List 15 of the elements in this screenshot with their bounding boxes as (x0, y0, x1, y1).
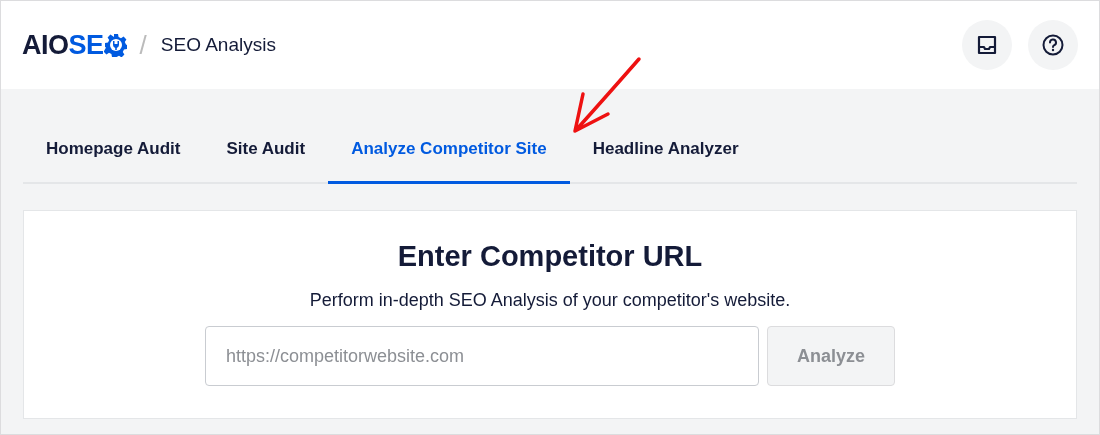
gear-icon (103, 33, 128, 57)
inbox-button[interactable] (962, 20, 1012, 70)
help-icon (1042, 34, 1064, 56)
card-description: Perform in-depth SEO Analysis of your competitor's website. (308, 289, 792, 313)
tab[interactable]: Homepage Audit (23, 129, 204, 184)
inbox-icon (977, 35, 997, 55)
tab[interactable]: Headline Analyzer (569, 129, 762, 184)
tab[interactable]: Analyze Competitor Site (328, 129, 570, 184)
url-input-field[interactable]: https://competitorwebsite.com (205, 326, 759, 387)
card-title: Enter Competitor URL (396, 238, 704, 274)
tab[interactable]: Site Audit (203, 129, 329, 184)
breadcrumb-separator: / (139, 28, 147, 62)
page-title: SEO Analysis (160, 32, 276, 57)
help-button[interactable] (1028, 20, 1078, 70)
logo-text: AIOSE (22, 28, 104, 62)
